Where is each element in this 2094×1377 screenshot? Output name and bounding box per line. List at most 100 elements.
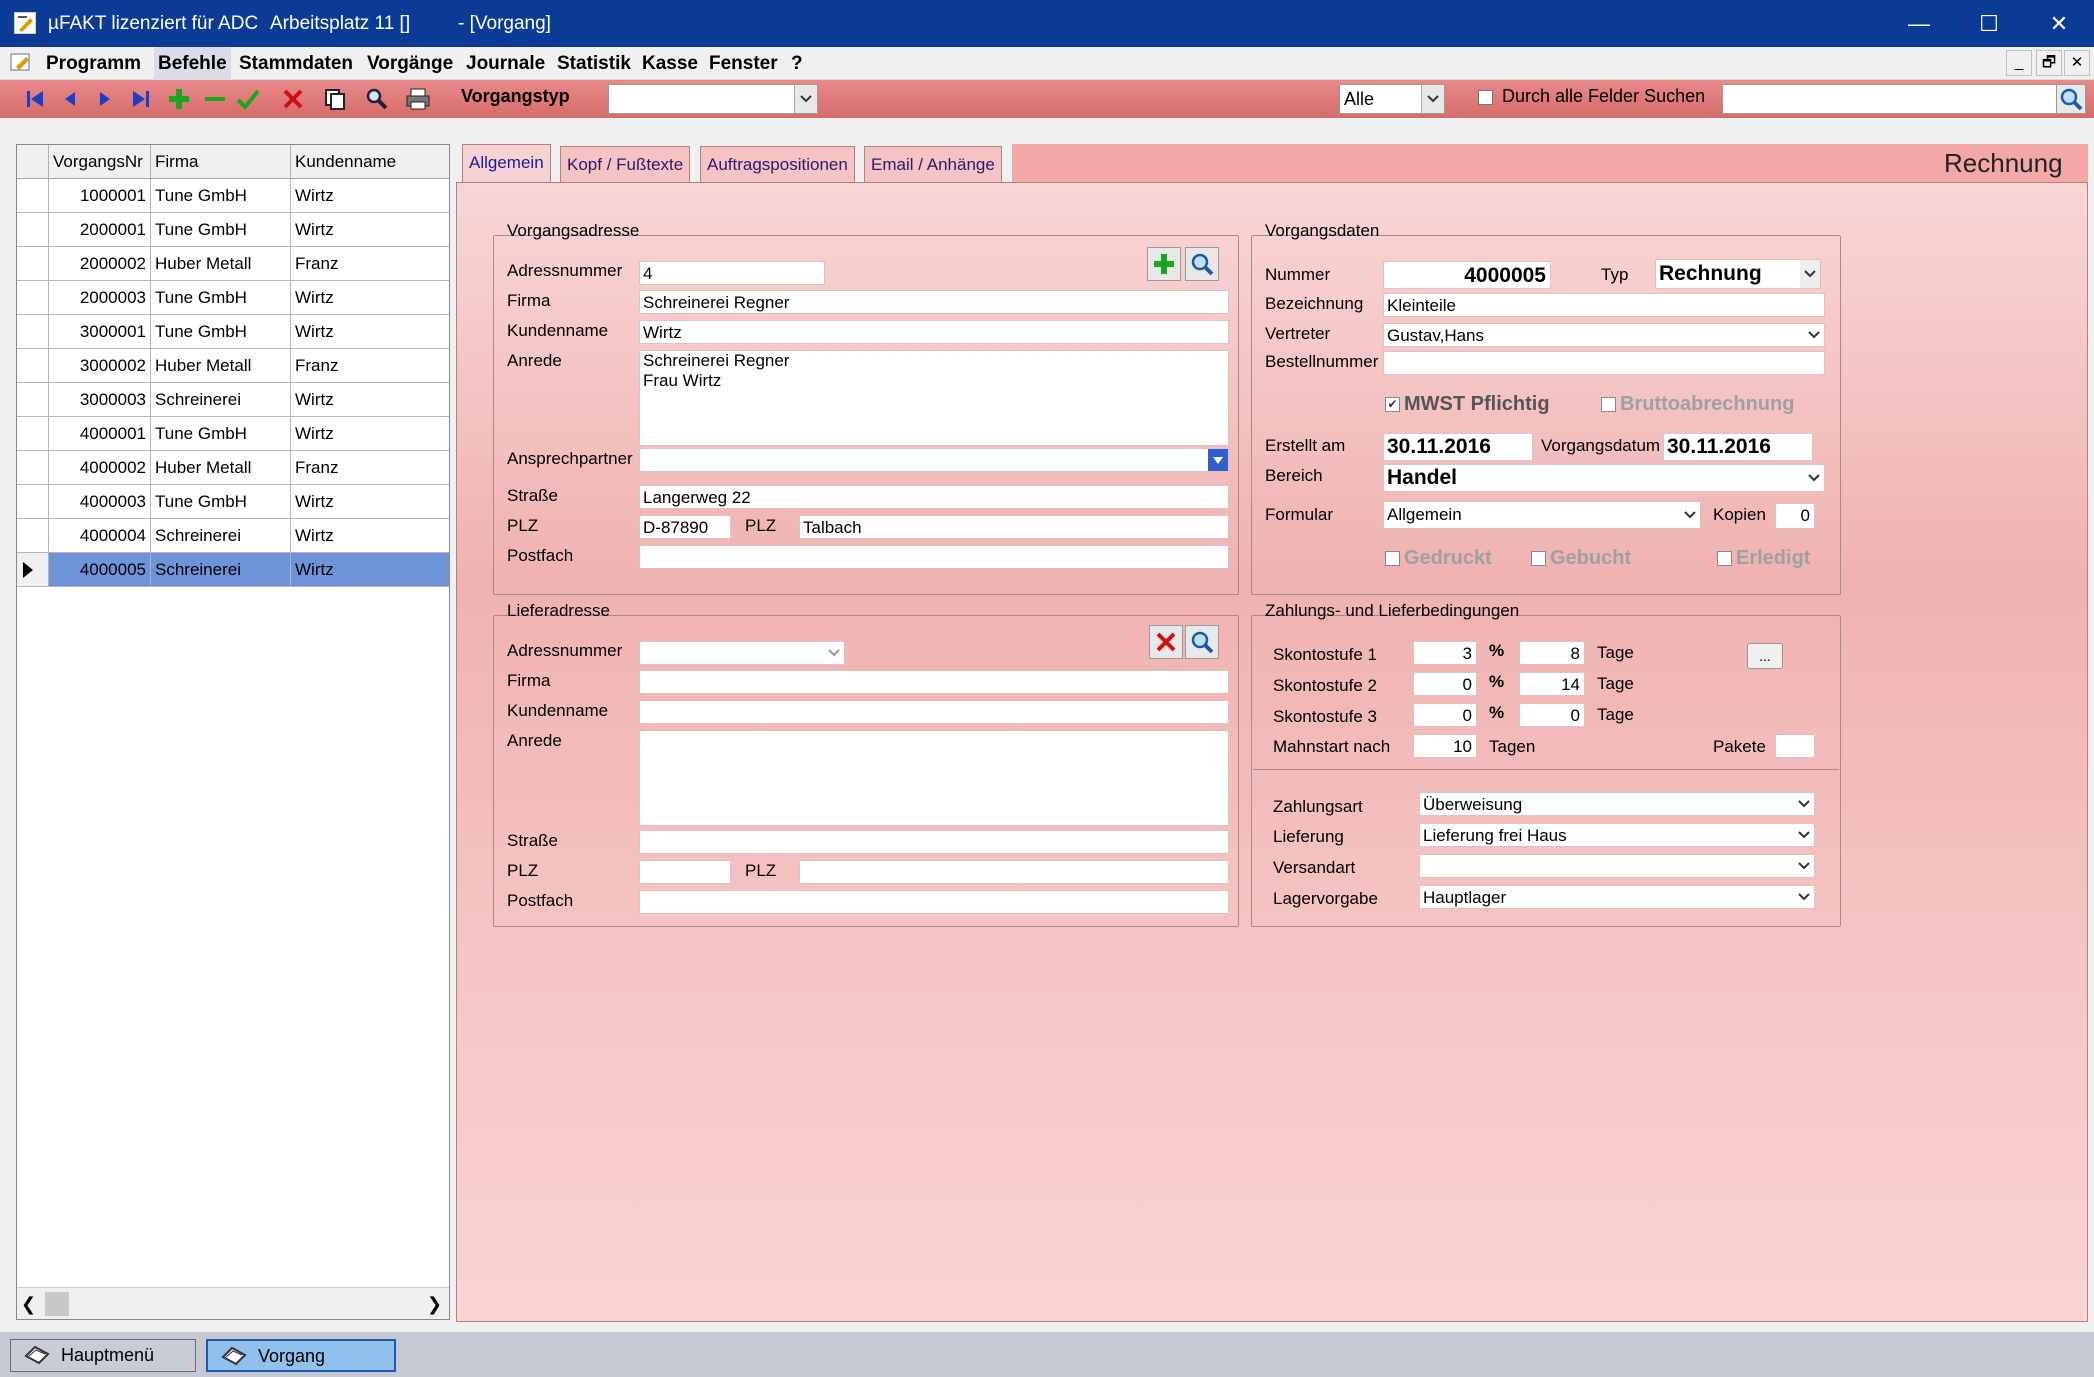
zahlungsart-select[interactable]: Überweisung: [1419, 792, 1815, 816]
chevron-down-icon[interactable]: [1794, 886, 1814, 908]
lagervorgabe-select[interactable]: Hauptlager: [1419, 885, 1815, 909]
bezeichnung-field[interactable]: Kleinteile: [1383, 293, 1825, 317]
confirm-checkmark-icon[interactable]: [233, 84, 263, 114]
chevron-down-icon[interactable]: [1794, 793, 1814, 815]
anrede-textarea[interactable]: Schreinerei Regner Frau Wirtz: [639, 350, 1229, 446]
chevron-down-icon[interactable]: [1794, 855, 1814, 877]
delete-record-icon[interactable]: [200, 84, 230, 114]
gedruckt-checkbox[interactable]: Gedruckt: [1385, 547, 1492, 570]
formular-select[interactable]: Allgemein: [1383, 501, 1701, 529]
mdi-restore-button[interactable]: 🗗: [2036, 50, 2062, 76]
brutto-checkbox[interactable]: Bruttoabrechnung: [1601, 393, 1794, 416]
chevron-down-icon[interactable]: [1800, 260, 1820, 288]
table-row[interactable]: 1000001 Tune GmbH Wirtz: [17, 179, 449, 213]
next-record-icon[interactable]: [90, 84, 120, 114]
table-row[interactable]: 4000005 Schreinerei Wirtz: [17, 553, 449, 587]
menu-help[interactable]: ?: [791, 47, 803, 80]
skonto2-percent-field[interactable]: 0: [1413, 672, 1477, 696]
gebucht-checkbox[interactable]: Gebucht: [1531, 547, 1631, 570]
liefer-ort-field[interactable]: [799, 860, 1229, 884]
erledigt-checkbox[interactable]: Erledigt: [1717, 547, 1810, 570]
postfach-field[interactable]: [639, 545, 1229, 569]
first-record-icon[interactable]: [20, 84, 50, 114]
menu-programm[interactable]: Programm: [46, 47, 141, 80]
tab-auftragspositionen[interactable]: Auftragspositionen: [700, 146, 855, 183]
liefer-strasse-field[interactable]: [639, 830, 1229, 854]
chevron-down-icon[interactable]: [1794, 824, 1814, 846]
table-row[interactable]: 3000002 Huber Metall Franz: [17, 349, 449, 383]
search-go-icon[interactable]: [2056, 84, 2086, 114]
vorgang-window-button[interactable]: Vorgang: [206, 1339, 396, 1372]
scroll-left-icon[interactable]: ❮: [21, 1294, 36, 1315]
add-address-icon[interactable]: [1147, 247, 1181, 281]
skonto3-percent-field[interactable]: 0: [1413, 703, 1477, 727]
vorgangstyp-select[interactable]: [608, 84, 818, 114]
mdi-close-button[interactable]: ✕: [2064, 50, 2090, 76]
kopien-field[interactable]: 0: [1775, 503, 1815, 529]
tab-kopf-fusstexte[interactable]: Kopf / Fußtexte: [560, 146, 691, 183]
tab-allgemein[interactable]: Allgemein: [462, 144, 551, 185]
liefer-postfach-field[interactable]: [639, 890, 1229, 914]
chevron-down-icon[interactable]: [824, 642, 844, 664]
previous-record-icon[interactable]: [55, 84, 85, 114]
search-all-fields-checkbox[interactable]: [1478, 90, 1493, 105]
column-header-firma[interactable]: Firma: [151, 145, 291, 179]
scroll-right-icon[interactable]: ❯: [427, 1294, 442, 1315]
app-menu-icon[interactable]: [10, 52, 34, 74]
kundenname-field[interactable]: Wirtz: [639, 320, 1229, 344]
menu-stammdaten[interactable]: Stammdaten: [239, 47, 353, 80]
menu-kasse[interactable]: Kasse: [642, 47, 698, 80]
scrollbar-thumb[interactable]: [45, 1292, 69, 1316]
liefer-firma-field[interactable]: [639, 670, 1229, 694]
skonto1-days-field[interactable]: 8: [1519, 641, 1585, 665]
skonto2-days-field[interactable]: 14: [1519, 672, 1585, 696]
maximize-button[interactable]: ☐: [1954, 0, 2024, 47]
ort-field[interactable]: Talbach: [799, 515, 1229, 539]
copy-icon[interactable]: [320, 84, 350, 114]
tab-email-anhaenge[interactable]: Email / Anhänge: [864, 146, 1002, 183]
table-row[interactable]: 3000003 Schreinerei Wirtz: [17, 383, 449, 417]
nummer-field[interactable]: 4000005: [1383, 261, 1551, 289]
liefer-kundenname-field[interactable]: [639, 700, 1229, 724]
column-header-vorgangsnr[interactable]: VorgangsNr: [49, 145, 151, 179]
adressnummer-field[interactable]: 4: [639, 261, 825, 285]
liefer-plz-field[interactable]: [639, 860, 731, 884]
typ-select[interactable]: Rechnung: [1655, 259, 1821, 289]
print-icon[interactable]: [403, 84, 433, 114]
chevron-down-icon[interactable]: [1804, 465, 1824, 491]
last-record-icon[interactable]: [126, 84, 156, 114]
menu-befehle[interactable]: Befehle: [154, 47, 231, 80]
menu-vorgaenge[interactable]: Vorgänge: [367, 47, 453, 80]
close-button[interactable]: ✕: [2024, 0, 2094, 47]
mwst-checkbox[interactable]: ✔ MWST Pflichtig: [1385, 393, 1550, 416]
cancel-x-icon[interactable]: [278, 84, 308, 114]
table-row[interactable]: 4000002 Huber Metall Franz: [17, 451, 449, 485]
table-row[interactable]: 2000003 Tune GmbH Wirtz: [17, 281, 449, 315]
erstellt-am-field[interactable]: 30.11.2016: [1383, 433, 1533, 461]
chevron-down-icon[interactable]: [1804, 324, 1824, 346]
search-delivery-address-icon[interactable]: [1185, 625, 1219, 659]
add-record-icon[interactable]: [164, 84, 194, 114]
vertreter-select[interactable]: Gustav,Hans: [1383, 323, 1825, 347]
bereich-select[interactable]: Handel: [1383, 464, 1825, 492]
table-row[interactable]: 2000001 Tune GmbH Wirtz: [17, 213, 449, 247]
strasse-field[interactable]: Langerweg 22: [639, 485, 1229, 509]
mdi-minimize-button[interactable]: _: [2006, 50, 2032, 76]
plz-field[interactable]: D-87890: [639, 515, 731, 539]
liefer-anrede-textarea[interactable]: [639, 730, 1229, 826]
vorgangsdatum-field[interactable]: 30.11.2016: [1663, 433, 1813, 461]
pakete-field[interactable]: [1775, 734, 1815, 758]
filter-select[interactable]: Alle: [1339, 84, 1445, 114]
mahnstart-field[interactable]: 10: [1413, 734, 1477, 758]
column-header-kundenname[interactable]: Kundenname: [291, 145, 449, 179]
minimize-button[interactable]: —: [1884, 0, 1954, 47]
skonto3-days-field[interactable]: 0: [1519, 703, 1585, 727]
table-row[interactable]: 4000001 Tune GmbH Wirtz: [17, 417, 449, 451]
search-input[interactable]: [1722, 84, 2058, 114]
ansprechpartner-select[interactable]: [639, 448, 1229, 472]
table-row[interactable]: 2000002 Huber Metall Franz: [17, 247, 449, 281]
skonto1-percent-field[interactable]: 3: [1413, 641, 1477, 665]
search-address-icon[interactable]: [1185, 247, 1219, 281]
more-options-button[interactable]: ...: [1747, 643, 1783, 669]
horizontal-scrollbar[interactable]: ❮ ❯: [17, 1287, 449, 1319]
